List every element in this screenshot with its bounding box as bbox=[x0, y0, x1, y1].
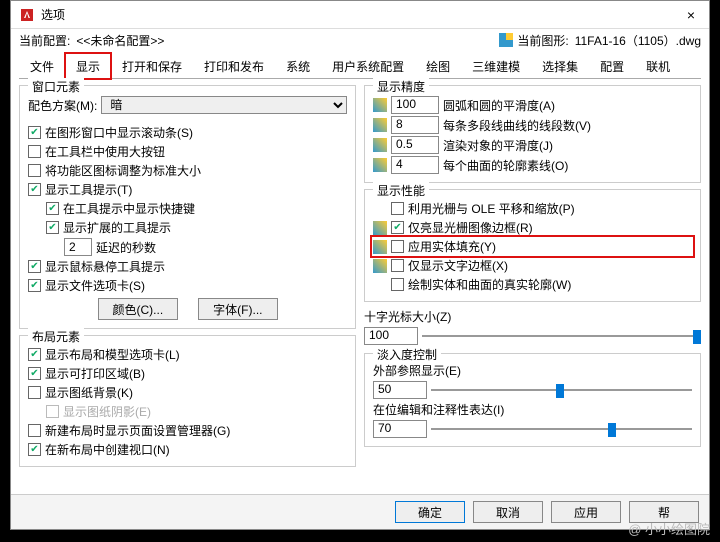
colorscheme-label: 配色方案(M): bbox=[28, 97, 97, 114]
group-title: 显示性能 bbox=[373, 182, 429, 199]
surf-contour-input[interactable]: 4 bbox=[391, 156, 439, 174]
group-title: 淡入度控制 bbox=[373, 346, 441, 363]
crosshair-input[interactable]: 100 bbox=[364, 327, 418, 345]
chk-rollover[interactable] bbox=[28, 260, 41, 273]
chk-scrollbars[interactable] bbox=[28, 126, 41, 139]
info-row: 当前配置: <<未命名配置>> 当前图形: 11FA1-16（1105）.dwg bbox=[11, 29, 709, 51]
pline-seg-input[interactable]: 8 bbox=[391, 116, 439, 134]
group-window-elements: 窗口元素 配色方案(M): 暗 在图形窗口中显示滚动条(S) 在工具栏中使用大按… bbox=[19, 85, 356, 329]
colors-button[interactable]: 颜色(C)... bbox=[98, 298, 179, 320]
button-bar: 确定 取消 应用 帮 bbox=[11, 494, 709, 529]
chk-tooltips[interactable] bbox=[28, 183, 41, 196]
cancel-button[interactable]: 取消 bbox=[473, 501, 543, 523]
group-performance: 显示性能 利用光栅与 OLE 平移和缩放(P) 仅亮显光栅图像边框(R) 应用实… bbox=[364, 189, 701, 302]
profile-label: 当前配置: bbox=[19, 32, 70, 49]
tab-display[interactable]: 显示 bbox=[65, 53, 111, 79]
window-title: 选项 bbox=[41, 6, 65, 23]
fonts-button[interactable]: 字体(F)... bbox=[198, 298, 277, 320]
tab-selection[interactable]: 选择集 bbox=[531, 53, 589, 79]
drawing-var-icon bbox=[373, 118, 387, 132]
drawing-var-icon bbox=[373, 240, 387, 254]
xref-fade-input[interactable]: 50 bbox=[373, 381, 427, 399]
apply-button[interactable]: 应用 bbox=[551, 501, 621, 523]
inplace-fade-input[interactable]: 70 bbox=[373, 420, 427, 438]
chk-ribbon-std[interactable] bbox=[28, 164, 41, 177]
tab-drafting[interactable]: 绘图 bbox=[415, 53, 461, 79]
titlebar: 选项 × bbox=[11, 1, 709, 29]
render-smooth-input[interactable]: 0.5 bbox=[391, 136, 439, 154]
tab-opensave[interactable]: 打开和保存 bbox=[111, 53, 193, 79]
chk-ext-tooltips[interactable] bbox=[46, 221, 59, 234]
tab-strip: 文件 显示 打开和保存 打印和发布 系统 用户系统配置 绘图 三维建模 选择集 … bbox=[19, 53, 701, 79]
chk-viewport[interactable] bbox=[28, 443, 41, 456]
chk-ole-pan[interactable] bbox=[391, 202, 404, 215]
drawing-var-icon bbox=[373, 138, 387, 152]
chk-solid-fill[interactable] bbox=[391, 240, 404, 253]
close-button[interactable]: × bbox=[681, 5, 701, 25]
chk-pagesetup[interactable] bbox=[28, 424, 41, 437]
chk-filetabs[interactable] bbox=[28, 279, 41, 292]
tab-print[interactable]: 打印和发布 bbox=[193, 53, 275, 79]
chk-shortcut-keys[interactable] bbox=[46, 202, 59, 215]
tab-3d[interactable]: 三维建模 bbox=[461, 53, 531, 79]
crosshair-label: 十字光标大小(Z) bbox=[364, 308, 701, 325]
group-title: 布局元素 bbox=[28, 328, 84, 345]
group-resolution: 显示精度 100圆弧和圆的平滑度(A) 8每条多段线曲线的线段数(V) 0.5渲… bbox=[364, 85, 701, 183]
drawing-var-icon bbox=[373, 98, 387, 112]
chk-paper-bg[interactable] bbox=[28, 386, 41, 399]
profile-value: <<未命名配置>> bbox=[76, 32, 164, 49]
inplace-fade-slider[interactable] bbox=[431, 420, 692, 438]
delay-input[interactable] bbox=[64, 238, 92, 256]
chk-raster-frame[interactable] bbox=[391, 221, 404, 234]
drawing-var-icon bbox=[373, 259, 387, 273]
arc-smooth-input[interactable]: 100 bbox=[391, 96, 439, 114]
tab-profiles[interactable]: 配置 bbox=[589, 53, 635, 79]
drawing-var-icon bbox=[373, 221, 387, 235]
chk-true-sil[interactable] bbox=[391, 278, 404, 291]
group-title: 窗口元素 bbox=[28, 78, 84, 95]
xref-fade-label: 外部参照显示(E) bbox=[373, 362, 692, 379]
drawing-icon bbox=[499, 33, 513, 47]
tab-online[interactable]: 联机 bbox=[635, 53, 681, 79]
chk-text-frame[interactable] bbox=[391, 259, 404, 272]
watermark: @ 小小绘图院 bbox=[628, 519, 710, 538]
inplace-fade-label: 在位编辑和注释性表达(I) bbox=[373, 401, 692, 418]
ok-button[interactable]: 确定 bbox=[395, 501, 465, 523]
tab-system[interactable]: 系统 bbox=[275, 53, 321, 79]
group-title: 显示精度 bbox=[373, 78, 429, 95]
chk-layout-tabs[interactable] bbox=[28, 348, 41, 361]
tab-userpref[interactable]: 用户系统配置 bbox=[321, 53, 415, 79]
group-fade: 淡入度控制 外部参照显示(E) 50 在位编辑和注释性表达(I) 70 bbox=[364, 353, 701, 447]
group-layout-elements: 布局元素 显示布局和模型选项卡(L) 显示可打印区域(B) 显示图纸背景(K) … bbox=[19, 335, 356, 467]
drawing-label: 当前图形: bbox=[517, 32, 568, 49]
crosshair-section: 十字光标大小(Z) 100 bbox=[364, 308, 701, 347]
crosshair-slider[interactable] bbox=[422, 327, 701, 345]
xref-fade-slider[interactable] bbox=[431, 381, 692, 399]
colorscheme-select[interactable]: 暗 bbox=[101, 96, 347, 114]
drawing-var-icon bbox=[373, 158, 387, 172]
chk-large-buttons[interactable] bbox=[28, 145, 41, 158]
drawing-value: 11FA1-16（1105）.dwg bbox=[575, 32, 701, 49]
chk-printable[interactable] bbox=[28, 367, 41, 380]
app-icon bbox=[19, 7, 35, 23]
chk-paper-shadow bbox=[46, 405, 59, 418]
tab-file[interactable]: 文件 bbox=[19, 53, 65, 79]
